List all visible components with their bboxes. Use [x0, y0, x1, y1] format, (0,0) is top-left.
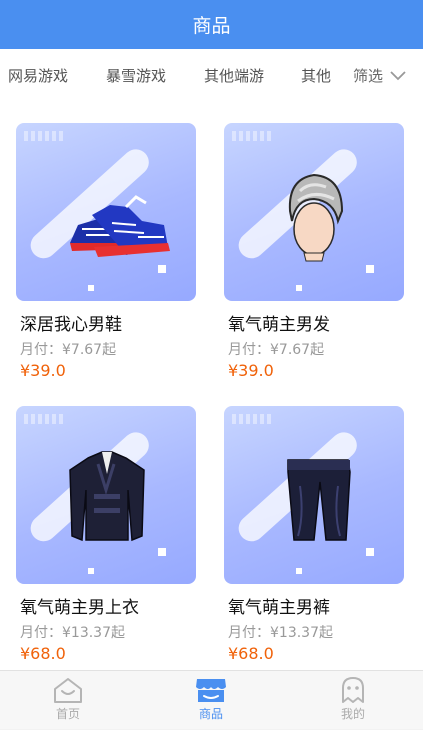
- filter-label: 筛选: [352, 67, 383, 85]
- jacket-icon: [69, 451, 145, 542]
- product-thumbnail: [16, 123, 196, 301]
- home-icon: [54, 678, 82, 703]
- product-name: 深居我心男鞋: [20, 315, 122, 335]
- shop-icon: [196, 679, 226, 702]
- page-title: 商品: [192, 15, 231, 37]
- product-name: 氧气萌主男发: [228, 315, 330, 335]
- product-monthly-price: 月付：¥13.37起: [228, 625, 333, 641]
- product-grid: 深居我心男鞋 月付：¥7.67起 ¥39.0 氧气萌主男发 月付：¥7.67起 …: [0, 103, 423, 670]
- category-tab-blizzard[interactable]: 暴雪游戏: [106, 49, 166, 103]
- profile-icon: [342, 677, 364, 703]
- product-price: ¥68.0: [228, 644, 274, 663]
- tab-profile[interactable]: 我的: [303, 671, 403, 730]
- tab-products-label: 商品: [198, 707, 223, 721]
- product-name: 氧气萌主男上衣: [20, 598, 139, 618]
- product-monthly-price: 月付：¥7.67起: [228, 342, 325, 358]
- product-card[interactable]: 氧气萌主男上衣 月付：¥13.37起 ¥68.0: [16, 406, 196, 663]
- category-tab-other-pc[interactable]: 其他端游: [204, 49, 264, 103]
- pants-icon: [287, 459, 351, 541]
- tab-profile-label: 我的: [340, 707, 365, 721]
- chevron-down-icon: [390, 71, 406, 81]
- category-tab-netease[interactable]: 网易游戏: [8, 49, 68, 103]
- bottom-tab-bar: 首页 商品 我的: [0, 670, 423, 729]
- product-name: 氧气萌主男裤: [228, 598, 330, 618]
- product-thumbnail: [16, 406, 196, 584]
- product-price: ¥68.0: [20, 644, 66, 663]
- hair-icon: [288, 173, 344, 262]
- tab-home[interactable]: 首页: [18, 671, 118, 730]
- product-monthly-price: 月付：¥7.67起: [20, 342, 117, 358]
- product-thumbnail: [224, 406, 404, 584]
- tab-products[interactable]: 商品: [161, 671, 261, 730]
- tab-home-label: 首页: [55, 707, 80, 721]
- product-price: ¥39.0: [20, 361, 66, 380]
- sneaker-icon: [70, 195, 170, 257]
- product-monthly-price: 月付：¥13.37起: [20, 625, 125, 641]
- product-price: ¥39.0: [228, 361, 274, 380]
- filter-button[interactable]: 筛选: [353, 49, 407, 103]
- category-tab-other[interactable]: 其他: [301, 49, 331, 103]
- product-card[interactable]: 氧气萌主男发 月付：¥7.67起 ¥39.0: [224, 123, 404, 380]
- product-thumbnail: [224, 123, 404, 301]
- product-card[interactable]: 深居我心男鞋 月付：¥7.67起 ¥39.0: [16, 123, 196, 380]
- category-bar: 网易游戏 暴雪游戏 其他端游 其他 筛选: [0, 49, 423, 103]
- app-header: 商品: [0, 0, 423, 49]
- product-card[interactable]: 氧气萌主男裤 月付：¥13.37起 ¥68.0: [224, 406, 404, 663]
